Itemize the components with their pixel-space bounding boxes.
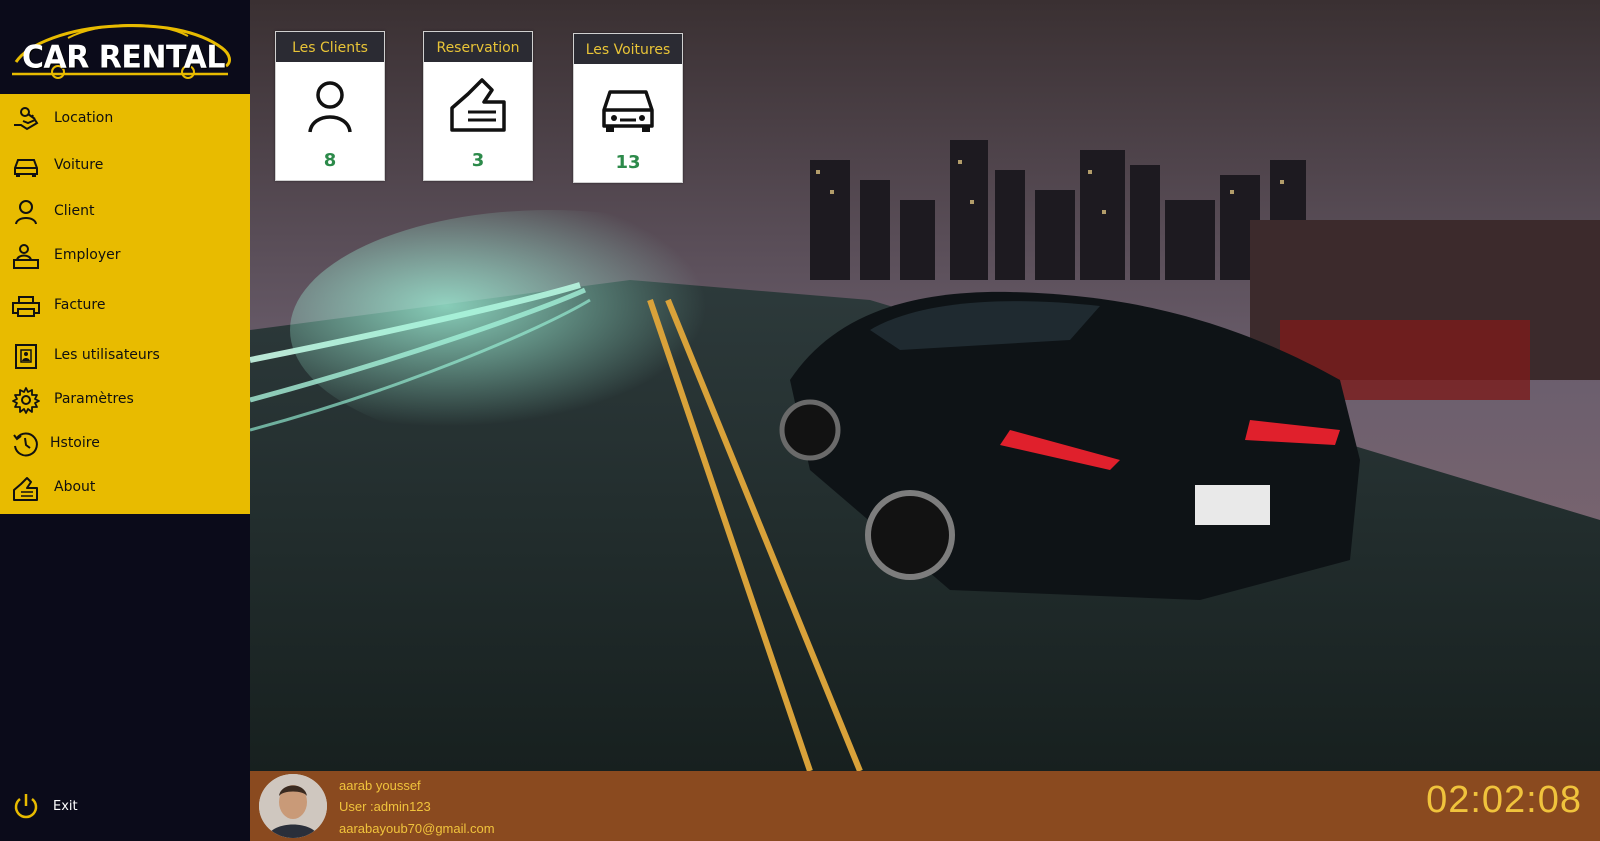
sidebar: CAR RENTAL Location Voiture Client Emplo… <box>0 0 250 841</box>
person-icon <box>15 200 37 225</box>
stat-card-reservation[interactable]: Reservation 3 <box>423 31 533 181</box>
car-front-icon <box>602 90 654 132</box>
stat-card-voitures[interactable]: Les Voitures 13 <box>573 33 683 183</box>
reservation-hand-icon <box>450 78 506 132</box>
sidebar-item-label: Paramètres <box>54 391 134 407</box>
stat-card-value: 8 <box>323 150 337 171</box>
sidebar-item-parametres[interactable]: Paramètres <box>0 378 250 422</box>
app-logo: CAR RENTAL <box>0 0 250 94</box>
sidebar-nav: Location Voiture Client Employer Facture… <box>0 94 250 514</box>
footer-bar: aarab youssef User :admin123 aarabayoub7… <box>250 771 1600 841</box>
sidebar-item-utilisateurs[interactable]: Les utilisateurs <box>0 334 250 378</box>
user-name: aarab youssef <box>339 778 421 793</box>
person-icon <box>308 81 352 133</box>
clock: 02:02:08 <box>1426 779 1582 821</box>
sidebar-item-label: Voiture <box>54 157 104 173</box>
stat-card-clients[interactable]: Les Clients 8 <box>275 31 385 181</box>
sidebar-item-label: Employer <box>54 247 121 263</box>
employee-desk-icon <box>13 244 39 269</box>
sidebar-item-label: Les utilisateurs <box>54 347 160 363</box>
user-badge-icon <box>15 344 37 369</box>
sidebar-item-about[interactable]: About <box>0 466 250 510</box>
history-clock-icon <box>13 432 38 457</box>
hand-key-icon <box>14 107 39 131</box>
sidebar-item-employer[interactable]: Employer <box>0 234 250 278</box>
exit-label: Exit <box>53 799 78 814</box>
sidebar-item-label: Location <box>54 110 114 126</box>
sidebar-item-label: Hstoire <box>50 435 100 451</box>
stat-card-title: Reservation <box>424 32 532 62</box>
gear-icon <box>12 387 40 414</box>
user-photo-icon <box>259 774 327 838</box>
logo-text: CAR RENTAL <box>22 39 225 76</box>
avatar[interactable] <box>259 774 327 838</box>
about-hand-icon <box>13 477 38 501</box>
sidebar-item-voiture[interactable]: Voiture <box>0 144 250 188</box>
exit-button[interactable]: Exit <box>0 783 250 827</box>
sidebar-item-location[interactable]: Location <box>0 97 250 141</box>
sidebar-item-facture[interactable]: Facture <box>0 284 250 328</box>
user-login: User :admin123 <box>339 799 431 814</box>
sidebar-item-hstoire[interactable]: Hstoire <box>0 422 250 466</box>
sidebar-item-client[interactable]: Client <box>0 190 250 234</box>
user-email: aarabayoub70@gmail.com <box>339 821 495 836</box>
sidebar-item-label: About <box>54 479 96 495</box>
stat-card-value: 13 <box>615 152 641 173</box>
stat-card-title: Les Clients <box>276 32 384 62</box>
sidebar-item-label: Client <box>54 203 95 219</box>
stat-card-value: 3 <box>471 150 485 171</box>
printer-icon <box>12 296 40 317</box>
power-icon <box>14 794 38 819</box>
stat-card-title: Les Voitures <box>574 34 682 64</box>
sidebar-item-label: Facture <box>54 297 106 313</box>
car-icon <box>14 159 38 177</box>
